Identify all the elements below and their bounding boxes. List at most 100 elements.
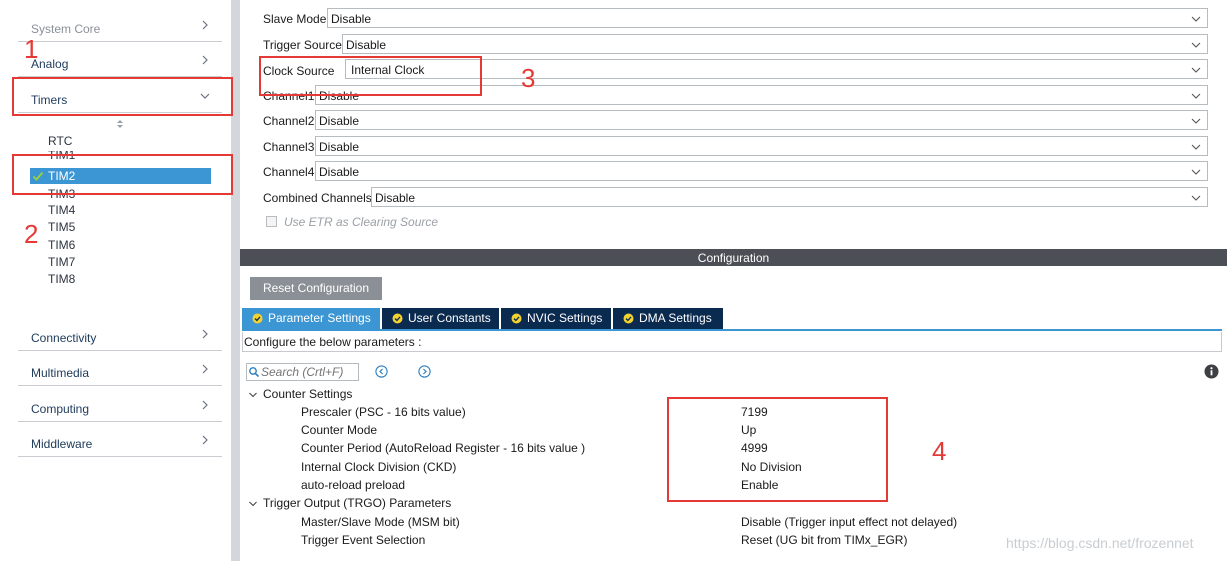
chevron-down-icon [1191, 144, 1201, 150]
category-middleware[interactable]: Middleware [18, 427, 222, 457]
mode-row-channel4: Channel4 Disable [260, 161, 1208, 183]
tab-dma-settings[interactable]: DMA Settings [613, 308, 723, 329]
search-icon [249, 367, 260, 378]
channel3-select[interactable]: Disable [315, 136, 1208, 156]
configure-hint: Configure the below parameters : [242, 332, 1222, 352]
chevron-down-icon [1191, 67, 1201, 73]
category-analog[interactable]: Analog [18, 47, 222, 77]
tab-user-constants[interactable]: User Constants [382, 308, 499, 329]
etr-label: Use ETR as Clearing Source [284, 215, 439, 229]
param-name: Counter Period (AutoReload Register - 16… [301, 441, 586, 455]
select-value: Disable [346, 38, 387, 52]
tab-parameter-settings[interactable]: Parameter Settings [242, 308, 380, 329]
select-value: Disable [319, 114, 360, 128]
select-value: Disable [375, 191, 416, 205]
timer-item-tim8[interactable]: TIM8 [30, 271, 211, 287]
chevron-down-icon [249, 501, 257, 507]
param-name: Prescaler (PSC - 16 bits value) [301, 405, 466, 419]
tab-label: Parameter Settings [268, 311, 371, 325]
param-value[interactable]: Reset (UG bit from TIMx_EGR) [741, 533, 907, 547]
category-system-core[interactable]: System Core [18, 12, 222, 42]
timer-label: TIM5 [48, 220, 76, 234]
combined-channels-select[interactable]: Disable [371, 187, 1208, 207]
group-label: Counter Settings [263, 387, 353, 401]
category-label: Middleware [31, 437, 93, 451]
chevron-right-icon [202, 435, 208, 445]
info-icon[interactable] [1204, 364, 1219, 379]
select-value: Disable [319, 140, 360, 154]
category-computing[interactable]: Computing [18, 392, 222, 422]
chevron-down-icon [1191, 93, 1201, 99]
tab-nvic-settings[interactable]: NVIC Settings [501, 308, 611, 329]
search-field[interactable] [246, 363, 359, 381]
chevron-right-icon [202, 20, 208, 30]
slave-mode-select[interactable]: Disable [327, 8, 1208, 28]
annotation-number-2: 2 [24, 219, 39, 249]
param-name: Internal Clock Division (CKD) [301, 460, 457, 474]
category-label: System Core [31, 22, 101, 36]
annotation-number-3: 3 [521, 63, 536, 93]
annotation-number-4: 4 [932, 436, 947, 466]
param-name: auto-reload preload [301, 478, 406, 492]
annotation-box-4 [667, 397, 888, 502]
chevron-right-icon [202, 55, 208, 65]
mode-label: Channel4 [263, 165, 315, 179]
timer-item-tim4[interactable]: TIM4 [30, 202, 211, 218]
group-label: Trigger Output (TRGO) Parameters [263, 496, 452, 510]
timer-item-tim6[interactable]: TIM6 [30, 237, 211, 253]
mode-label: Trigger Source [263, 38, 342, 52]
select-value: Disable [319, 165, 360, 179]
category-connectivity[interactable]: Connectivity [18, 321, 222, 351]
category-label: Multimedia [31, 366, 90, 380]
tab-label: User Constants [408, 311, 491, 325]
chevron-down-icon [1191, 16, 1201, 22]
reset-configuration-button[interactable]: Reset Configuration [250, 277, 382, 300]
configuration-title: Configuration [697, 251, 770, 265]
annotation-number-1: 1 [24, 34, 39, 64]
annotation-box-1 [12, 77, 233, 116]
chevron-right-icon [202, 364, 208, 374]
check-circle-icon [623, 313, 634, 324]
mode-row-trigger-source: Trigger Source Disable [260, 34, 1208, 56]
chevron-down-icon [1191, 195, 1201, 201]
param-value[interactable]: Disable (Trigger input effect not delaye… [741, 515, 957, 529]
timer-item-rtc[interactable]: RTC [30, 133, 211, 149]
mode-label: Combined Channels [263, 191, 372, 205]
mode-row-combined-channels: Combined Channels Disable [260, 187, 1208, 209]
timer-item-tim7[interactable]: TIM7 [30, 254, 211, 270]
etr-checkbox[interactable] [266, 216, 277, 227]
chevron-right-icon [202, 329, 208, 339]
chevron-right-icon [202, 400, 208, 410]
configure-hint-text: Configure the below parameters : [244, 335, 422, 349]
trigger-source-select[interactable]: Disable [342, 34, 1208, 54]
mode-label: Slave Mode [263, 12, 327, 26]
timer-label: TIM4 [48, 203, 76, 217]
previous-result-icon[interactable] [375, 365, 388, 378]
mode-label: Channel2 [263, 114, 315, 128]
chevron-down-icon [249, 392, 257, 398]
timer-item-tim5[interactable]: TIM5 [30, 219, 211, 235]
channel2-select[interactable]: Disable [315, 110, 1208, 130]
next-result-icon[interactable] [418, 365, 431, 378]
search-input[interactable] [261, 365, 357, 379]
param-name: Trigger Event Selection [301, 533, 426, 547]
tab-underline [242, 329, 1222, 331]
timer-label: TIM8 [48, 272, 76, 286]
check-circle-icon [252, 313, 263, 324]
chevron-down-icon [1191, 118, 1201, 124]
category-multimedia[interactable]: Multimedia [18, 356, 222, 386]
category-label: Computing [31, 402, 90, 416]
sort-arrows-icon[interactable] [114, 118, 126, 130]
check-circle-icon [511, 313, 522, 324]
timer-label: TIM7 [48, 255, 76, 269]
channel4-select[interactable]: Disable [315, 161, 1208, 181]
category-label: Connectivity [31, 331, 97, 345]
tab-label: DMA Settings [639, 311, 712, 325]
configuration-header: Configuration [240, 249, 1227, 266]
mode-row-channel2: Channel2 Disable [260, 110, 1208, 132]
timer-label: TIM6 [48, 238, 76, 252]
annotation-box-3 [259, 56, 482, 96]
annotation-box-2 [12, 154, 233, 195]
param-name: Counter Mode [301, 423, 378, 437]
tab-label: NVIC Settings [527, 311, 603, 325]
